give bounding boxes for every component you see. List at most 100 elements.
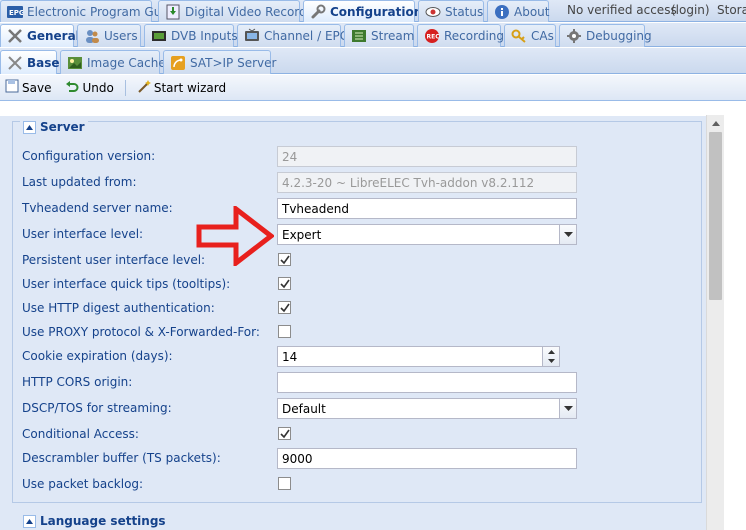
dvb-icon bbox=[151, 28, 167, 44]
login-link[interactable]: (login) bbox=[671, 3, 710, 17]
svg-text:REC: REC bbox=[427, 34, 441, 41]
language-section-header[interactable]: Language settings bbox=[20, 514, 169, 528]
collapse-icon[interactable] bbox=[23, 120, 36, 134]
dvr-icon bbox=[165, 4, 181, 20]
wand-icon bbox=[137, 79, 151, 96]
undo-label: Undo bbox=[82, 80, 114, 95]
cors-origin-input[interactable] bbox=[277, 372, 577, 393]
server-section-title: Server bbox=[40, 120, 85, 134]
tab-satip-server[interactable]: SAT>IP Server bbox=[163, 50, 276, 74]
packet-backlog-checkbox[interactable] bbox=[278, 477, 291, 490]
users-icon bbox=[84, 28, 100, 44]
row-server-name: Tvheadend server name: Tvheadend bbox=[22, 198, 582, 220]
base-icon bbox=[7, 55, 23, 71]
row-conditional-access: Conditional Access: bbox=[22, 424, 582, 446]
tools-icon bbox=[7, 28, 23, 44]
tab-dvb-inputs-label: DVB Inputs bbox=[171, 29, 238, 43]
descrambler-buffer-input[interactable]: 9000 bbox=[277, 448, 577, 469]
tab-recording[interactable]: REC Recording bbox=[417, 24, 504, 47]
save-label: Save bbox=[22, 80, 52, 95]
tab-dvr[interactable]: Digital Video Recorder bbox=[158, 0, 319, 22]
dscp-tos-combo[interactable]: Default bbox=[277, 398, 577, 419]
tab-cas[interactable]: CAs bbox=[504, 24, 556, 47]
cors-origin-label: HTTP CORS origin: bbox=[22, 375, 133, 389]
tab-users[interactable]: Users bbox=[77, 24, 141, 47]
epg-icon: EPG bbox=[7, 4, 23, 20]
storage-text: Storag bbox=[717, 3, 746, 17]
tab-image-cache-label: Image Cache bbox=[87, 55, 166, 70]
cookie-expiration-stepper[interactable]: 14 bbox=[277, 346, 560, 367]
row-ui-level: User interface level: Expert bbox=[22, 224, 582, 246]
cookie-expiration-value: 14 bbox=[282, 350, 298, 364]
quick-tips-label: User interface quick tips (tooltips): bbox=[22, 277, 231, 291]
undo-button[interactable]: Undo bbox=[62, 77, 116, 98]
dscp-tos-label: DSCP/TOS for streaming: bbox=[22, 401, 172, 415]
tab-status[interactable]: Status bbox=[418, 0, 484, 22]
row-packet-backlog: Use packet backlog: bbox=[22, 474, 582, 496]
toolbar-separator bbox=[124, 79, 126, 96]
tab-cas-label: CAs bbox=[531, 29, 554, 43]
conditional-access-checkbox[interactable] bbox=[278, 427, 291, 440]
spinner-buttons[interactable] bbox=[542, 347, 559, 366]
satip-icon bbox=[170, 55, 186, 71]
undo-icon bbox=[65, 79, 79, 96]
start-wizard-button[interactable]: Start wizard bbox=[134, 77, 229, 98]
tab-satip-server-label: SAT>IP Server bbox=[190, 55, 277, 70]
row-quick-tips: User interface quick tips (tooltips): bbox=[22, 274, 582, 296]
tab-dvr-label: Digital Video Recorder bbox=[185, 4, 319, 19]
tab-configuration-label: Configuration bbox=[330, 4, 423, 19]
checkmark-icon bbox=[279, 429, 290, 438]
stream-icon bbox=[351, 28, 367, 44]
main-tab-bar: EPG Electronic Program Guide Digital Vid… bbox=[0, 0, 746, 22]
row-dscp-tos: DSCP/TOS for streaming: Default bbox=[22, 398, 582, 420]
tab-channel-epg[interactable]: Channel / EPG bbox=[237, 24, 349, 47]
gear-icon bbox=[566, 28, 582, 44]
row-last-updated: Last updated from: 4.2.3-20 ~ LibreELEC … bbox=[22, 172, 582, 194]
config-version-field: 24 bbox=[277, 146, 577, 167]
tab-about[interactable]: About bbox=[487, 0, 549, 22]
tab-configuration[interactable]: Configuration bbox=[303, 0, 422, 22]
http-digest-checkbox[interactable] bbox=[278, 301, 291, 314]
tab-dvb-inputs[interactable]: DVB Inputs bbox=[144, 24, 238, 47]
tab-stream-label: Stream bbox=[371, 29, 415, 43]
ui-level-value: Expert bbox=[282, 228, 322, 242]
language-section-title: Language settings bbox=[40, 514, 166, 528]
tab-base-label: Base bbox=[27, 55, 60, 70]
chevron-down-icon[interactable] bbox=[543, 357, 559, 367]
descrambler-buffer-label: Descrambler buffer (TS packets): bbox=[22, 451, 221, 465]
tab-debugging[interactable]: Debugging bbox=[559, 24, 652, 47]
tab-epg-label: Electronic Program Guide bbox=[27, 4, 180, 19]
ui-level-combo[interactable]: Expert bbox=[277, 224, 577, 245]
proxy-protocol-checkbox[interactable] bbox=[278, 325, 291, 338]
save-icon bbox=[5, 79, 19, 96]
chevron-up-icon[interactable] bbox=[543, 347, 559, 357]
checkmark-icon bbox=[279, 303, 290, 312]
tab-epg[interactable]: EPG Electronic Program Guide bbox=[0, 0, 180, 22]
server-section-header[interactable]: Server bbox=[20, 120, 88, 134]
tab-base[interactable]: Base bbox=[0, 50, 60, 74]
row-http-digest: Use HTTP digest authentication: bbox=[22, 298, 582, 320]
collapse-icon[interactable] bbox=[23, 514, 36, 528]
cookie-expiration-label: Cookie expiration (days): bbox=[22, 349, 173, 363]
quick-tips-checkbox[interactable] bbox=[278, 277, 291, 290]
config-version-label: Configuration version: bbox=[22, 149, 156, 163]
tab-general[interactable]: General bbox=[0, 24, 80, 47]
chevron-down-icon[interactable] bbox=[559, 399, 576, 418]
row-cookie-expiration: Cookie expiration (days): 14 bbox=[22, 346, 582, 368]
tab-image-cache[interactable]: Image Cache bbox=[60, 50, 166, 74]
config-tab-bar: General Users DVB Inputs Channel / EPG S… bbox=[0, 23, 746, 47]
vertical-scrollbar[interactable] bbox=[706, 115, 724, 530]
image-icon bbox=[67, 55, 83, 71]
scroll-up-icon[interactable] bbox=[707, 115, 724, 131]
tab-stream[interactable]: Stream bbox=[344, 24, 414, 47]
save-button[interactable]: Save bbox=[2, 77, 54, 98]
scrollbar-thumb[interactable] bbox=[709, 132, 722, 300]
tab-users-label: Users bbox=[104, 29, 138, 43]
tab-channel-epg-label: Channel / EPG bbox=[264, 29, 350, 43]
persistent-ui-checkbox[interactable] bbox=[278, 253, 291, 266]
ui-level-label: User interface level: bbox=[22, 227, 144, 241]
checkmark-icon bbox=[279, 255, 290, 264]
server-name-input[interactable]: Tvheadend bbox=[277, 198, 577, 219]
settings-content: Server Configuration version: 24 Last up… bbox=[0, 102, 746, 530]
chevron-down-icon[interactable] bbox=[559, 225, 576, 244]
